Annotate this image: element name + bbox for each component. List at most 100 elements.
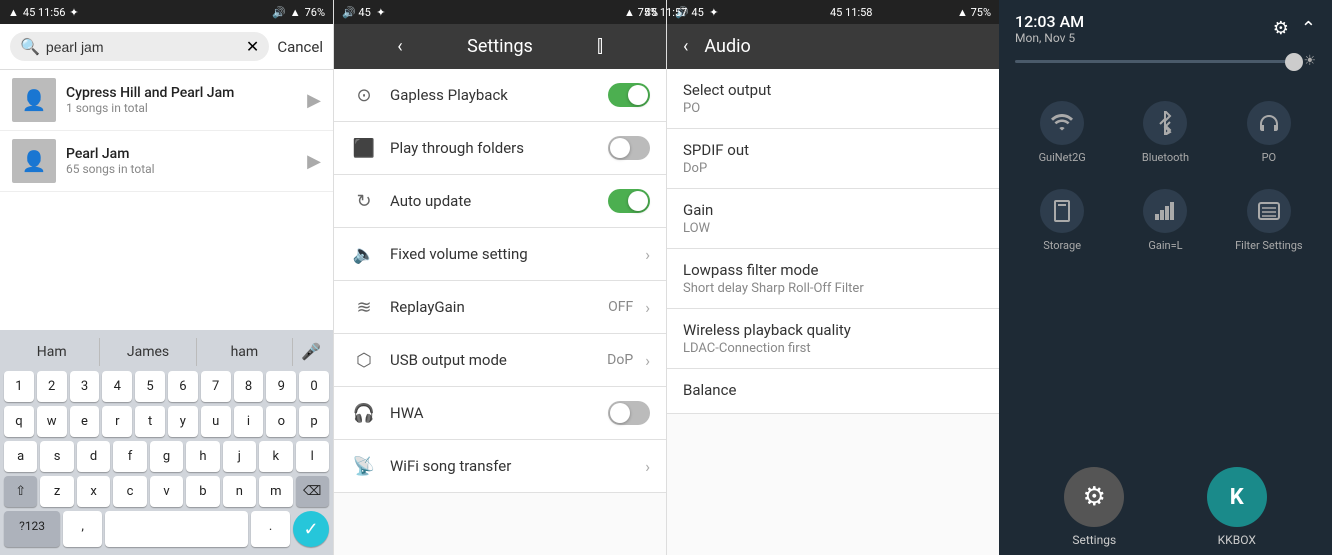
gainl-tile-label: Gain=L (1148, 239, 1182, 252)
folders-icon: ⬛ (350, 134, 378, 162)
settings-item-hwa[interactable]: 🎧 HWA (334, 387, 666, 440)
quick-tiles-grid: GuiNet2G Bluetooth PO Storage Gain=L (999, 81, 1332, 272)
settings-item-folders[interactable]: ⬛ Play through folders (334, 122, 666, 175)
key-n[interactable]: n (223, 476, 256, 507)
audio-gain-title: Gain (683, 201, 983, 219)
key-d[interactable]: d (77, 441, 110, 472)
settings-item-wifi[interactable]: 📡 WiFi song transfer › (334, 440, 666, 493)
key-r[interactable]: r (102, 406, 132, 437)
key-o[interactable]: o (266, 406, 296, 437)
shift-key[interactable]: ⇧ (4, 476, 37, 507)
key-1[interactable]: 1 (4, 371, 34, 402)
replaygain-icon: ≋ (350, 293, 378, 321)
audio-item-lowpass[interactable]: Lowpass filter mode Short delay Sharp Ro… (667, 249, 999, 309)
audio-back-arrow-icon[interactable]: ‹ (683, 36, 688, 57)
quick-tile-guinet2g[interactable]: GuiNet2G (1011, 89, 1113, 176)
key-c[interactable]: c (113, 476, 146, 507)
settings-item-fixedvolume[interactable]: 🔈 Fixed volume setting › (334, 228, 666, 281)
play-button[interactable]: ▶ (307, 151, 321, 172)
list-item[interactable]: 👤 Cypress Hill and Pearl Jam 1 songs in … (0, 70, 333, 131)
gear-icon[interactable]: ⚙ (1273, 18, 1289, 39)
space-key[interactable] (105, 511, 248, 547)
key-v[interactable]: v (150, 476, 183, 507)
key-4[interactable]: 4 (102, 371, 132, 402)
key-m[interactable]: m (259, 476, 292, 507)
key-i[interactable]: i (234, 406, 264, 437)
back-arrow-icon[interactable]: ‹ (350, 36, 450, 57)
key-e[interactable]: e (70, 406, 100, 437)
suggestion-james[interactable]: James (100, 338, 196, 366)
key-k[interactable]: k (259, 441, 292, 472)
mic-icon[interactable]: 🎤 (293, 336, 329, 367)
settings-app-icon[interactable]: ⚙ Settings (1064, 467, 1124, 547)
hwa-toggle[interactable] (608, 401, 650, 425)
folders-toggle[interactable] (608, 136, 650, 160)
kkbox-app-label: KKBOX (1218, 533, 1256, 547)
key-l[interactable]: l (296, 441, 329, 472)
search-input[interactable] (46, 39, 240, 55)
audio-item-gain[interactable]: Gain LOW (667, 189, 999, 249)
key-b[interactable]: b (186, 476, 219, 507)
quick-tile-bluetooth[interactable]: Bluetooth (1114, 89, 1216, 176)
key-p[interactable]: p (299, 406, 329, 437)
key-y[interactable]: y (168, 406, 198, 437)
key-w[interactable]: w (37, 406, 67, 437)
key-5[interactable]: 5 (135, 371, 165, 402)
settings-item-replaygain[interactable]: ≋ ReplayGain OFF › (334, 281, 666, 334)
settings-item-gapless[interactable]: ⊙ Gapless Playback (334, 69, 666, 122)
wifi-icon-2: ▲ (624, 6, 635, 19)
quick-tile-storage[interactable]: Storage (1011, 177, 1113, 264)
autoupdate-toggle[interactable] (608, 189, 650, 213)
suggestion-ham[interactable]: Ham (4, 338, 100, 366)
key-u[interactable]: u (201, 406, 231, 437)
enter-key[interactable]: ✓ (293, 511, 329, 547)
bars-icon[interactable]: ⫿ (550, 36, 650, 57)
status-time-1: 45 11:56 (23, 6, 66, 19)
key-6[interactable]: 6 (168, 371, 198, 402)
key-0[interactable]: 0 (299, 371, 329, 402)
keyboard-row-a: a s d f g h j k l (4, 441, 329, 472)
quick-tile-filter[interactable]: Filter Settings (1218, 177, 1320, 264)
kkbox-app-icon[interactable]: K KKBOX (1207, 467, 1267, 547)
key-j[interactable]: j (223, 441, 256, 472)
brightness-bar[interactable] (1015, 60, 1295, 63)
key-f[interactable]: f (113, 441, 146, 472)
quick-tile-gainl[interactable]: Gain=L (1114, 177, 1216, 264)
key-s[interactable]: s (40, 441, 73, 472)
key-t[interactable]: t (135, 406, 165, 437)
gapless-toggle[interactable] (608, 83, 650, 107)
key-7[interactable]: 7 (201, 371, 231, 402)
key-2[interactable]: 2 (37, 371, 67, 402)
suggestion-ham2[interactable]: ham (197, 338, 293, 366)
headphone-tile-icon (1247, 101, 1291, 145)
brightness-icon: ☀ (1303, 53, 1316, 69)
symbols-key[interactable]: ?123 (4, 511, 60, 547)
audio-item-balance[interactable]: Balance (667, 369, 999, 414)
list-item[interactable]: 👤 Pearl Jam 65 songs in total ▶ (0, 131, 333, 192)
cancel-button[interactable]: Cancel (277, 38, 323, 56)
quick-tile-po[interactable]: PO (1218, 89, 1320, 176)
wifi-icon-3: ▲ (957, 6, 968, 19)
search-input-wrap[interactable]: 🔍 ✕ (10, 32, 269, 61)
settings-item-autoupdate[interactable]: ↻ Auto update (334, 175, 666, 228)
audio-item-spdif[interactable]: SPDIF out DoP (667, 129, 999, 189)
key-x[interactable]: x (77, 476, 110, 507)
play-button[interactable]: ▶ (307, 90, 321, 111)
key-h[interactable]: h (186, 441, 219, 472)
key-g[interactable]: g (150, 441, 183, 472)
quick-header-icons: ⚙ ⌃ (1273, 18, 1316, 39)
key-q[interactable]: q (4, 406, 34, 437)
audio-item-wireless[interactable]: Wireless playback quality LDAC-Connectio… (667, 309, 999, 369)
key-z[interactable]: z (40, 476, 73, 507)
key-8[interactable]: 8 (234, 371, 264, 402)
key-a[interactable]: a (4, 441, 37, 472)
delete-key[interactable]: ⌫ (296, 476, 329, 507)
clear-icon[interactable]: ✕ (246, 37, 259, 56)
collapse-icon[interactable]: ⌃ (1301, 18, 1316, 39)
period-key[interactable]: . (251, 511, 290, 547)
key-9[interactable]: 9 (266, 371, 296, 402)
settings-item-usb[interactable]: ⬡ USB output mode DoP › (334, 334, 666, 387)
audio-item-output[interactable]: Select output PO (667, 69, 999, 129)
comma-key[interactable]: , (63, 511, 102, 547)
key-3[interactable]: 3 (70, 371, 100, 402)
